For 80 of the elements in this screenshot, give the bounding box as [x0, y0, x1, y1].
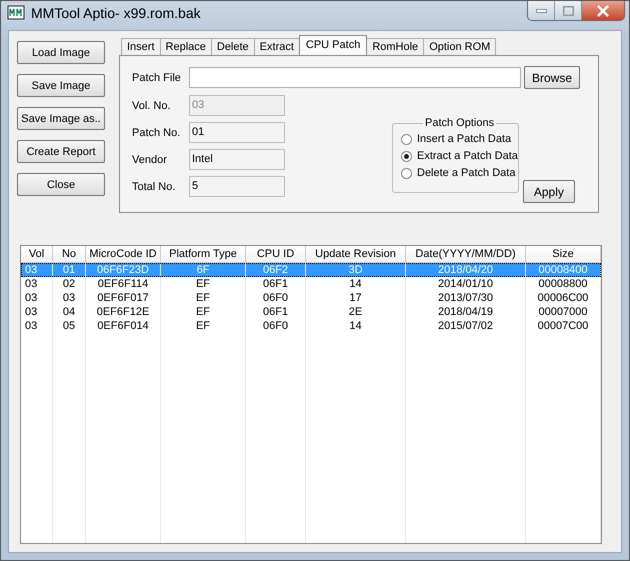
table-row[interactable]: 03 02 0EF6F114 EF 06F1 14 2014/01/10 00008800 [21, 277, 601, 291]
side-button[interactable]: Close [17, 173, 105, 196]
table-row[interactable]: 03 05 0EF6F014 EF 06F0 14 2015/07/02 00007C00 [21, 319, 601, 333]
group-title: Patch Options [424, 117, 496, 129]
table-cell: 01 [53, 263, 86, 277]
side-button[interactable]: Save Image [17, 74, 105, 97]
app-icon [7, 4, 25, 22]
browse-button[interactable]: Browse [524, 66, 580, 89]
table-cell: 2014/01/10 [406, 277, 526, 291]
field-label: Total No. [132, 180, 176, 192]
table-cell: 03 [21, 305, 53, 319]
field-label: Patch File [132, 72, 179, 84]
maximize-button[interactable] [555, 1, 582, 20]
table-row[interactable]: 03 03 0EF6F017 EF 06F0 17 2013/07/30 00006C00 [21, 291, 601, 305]
table-cell: 06F1 [246, 305, 306, 319]
table-cell: 14 [306, 319, 406, 333]
tab[interactable]: Option ROM [423, 38, 496, 55]
window-title: MMTool Aptio- x99.rom.bak [31, 4, 202, 20]
table-cell: 0EF6F12E [86, 305, 161, 319]
radio-button[interactable] [401, 168, 412, 178]
table-cell: EF [161, 319, 246, 333]
table-cell: 04 [53, 305, 86, 319]
tab[interactable]: Replace [160, 38, 212, 55]
minimize-icon [536, 8, 546, 12]
table-cell: 3D [306, 263, 406, 277]
read-only-field: 01 [189, 122, 285, 143]
side-button[interactable]: Save Image as.. [17, 107, 105, 130]
field-label: Patch No. [132, 126, 179, 138]
table-cell: 0EF6F114 [86, 277, 161, 291]
option-label[interactable]: Delete a Patch Data [417, 167, 516, 179]
table-row[interactable]: 03 04 0EF6F12E EF 06F1 2E 2018/04/19 00007000 [21, 305, 601, 319]
table-cell: 2015/07/02 [406, 319, 526, 333]
table-cell: 14 [306, 277, 406, 291]
table-cell: 2018/04/19 [406, 305, 526, 319]
table-cell: 2013/07/30 [406, 291, 526, 305]
table-cell: 06F6F23D [86, 263, 161, 277]
table-cell: 03 [21, 263, 53, 277]
radio-button[interactable] [401, 134, 412, 144]
table-cell: 00007000 [526, 305, 601, 319]
table-cell: 00007C00 [526, 319, 601, 333]
read-only-field: Intel [189, 149, 285, 170]
radio-button[interactable] [401, 150, 412, 162]
table-cell: EF [161, 305, 246, 319]
tab[interactable]: Insert [121, 38, 161, 55]
table-cell: 02 [53, 277, 86, 291]
table-cell: 03 [21, 277, 53, 291]
patch-file-field[interactable] [189, 67, 521, 88]
table-cell: 6F [161, 263, 246, 277]
close-icon [597, 4, 609, 16]
minimize-button[interactable] [528, 1, 555, 20]
tab[interactable]: CPU Patch [298, 35, 368, 55]
side-button[interactable]: Create Report [17, 140, 105, 163]
table-cell: 06F2 [246, 263, 306, 277]
table-cell: 00006C00 [526, 291, 601, 305]
table-cell: 06F0 [246, 291, 306, 305]
field-label: Vol. No. [132, 100, 172, 112]
close-button[interactable] [582, 1, 624, 20]
table-cell: 06F0 [246, 319, 306, 333]
table-cell: EF [161, 277, 246, 291]
field-label: Vendor [132, 154, 168, 166]
table-cell: 03 [21, 319, 53, 333]
table-cell: 00008800 [526, 277, 601, 291]
table-cell: EF [161, 291, 246, 305]
table-cell: 03 [21, 291, 53, 305]
table-cell: 0EF6F014 [86, 319, 161, 333]
table-cell: 17 [306, 291, 406, 305]
table-cell: 2018/04/20 [406, 263, 526, 277]
apply-button[interactable]: Apply [522, 180, 575, 203]
table-cell: 2E [306, 305, 406, 319]
table-cell: 00008400 [526, 263, 601, 277]
read-only-field: 5 [189, 176, 285, 197]
table-cell: 05 [53, 319, 86, 333]
read-only-field: 03 [189, 95, 285, 116]
table-cell: 06F1 [246, 277, 306, 291]
table-cell: 0EF6F017 [86, 291, 161, 305]
option-label[interactable]: Extract a Patch Data [417, 150, 518, 162]
option-label[interactable]: Insert a Patch Data [417, 133, 512, 145]
maximize-icon [562, 6, 574, 16]
table-cell: 03 [53, 291, 86, 305]
side-button[interactable]: Load Image [17, 41, 105, 64]
